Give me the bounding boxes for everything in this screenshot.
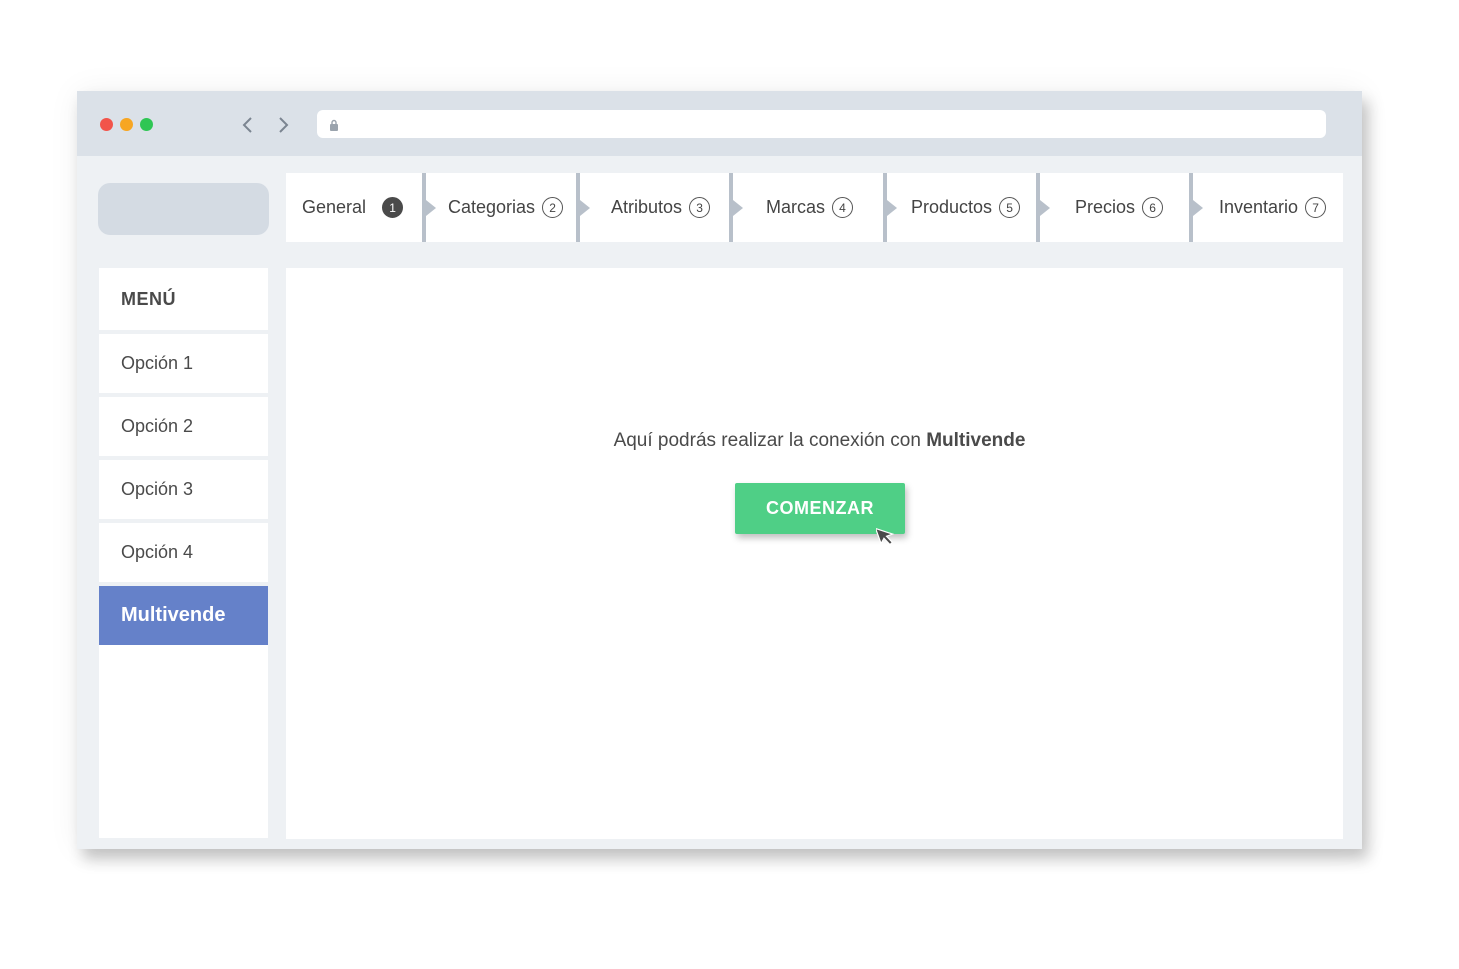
step-general[interactable]: General 1 <box>286 173 436 242</box>
sidebar-item-opcion-2[interactable]: Opción 2 <box>99 397 268 456</box>
browser-window: General 1 Categorias 2 Atributos 3 Marca… <box>77 91 1362 849</box>
step-label: Marcas <box>766 197 826 217</box>
logo-placeholder <box>98 183 269 235</box>
step-arrow-icon <box>580 200 590 216</box>
step-number: 2 <box>542 197 564 218</box>
step-number: 1 <box>382 197 404 218</box>
step-arrow-icon <box>887 200 897 216</box>
step-categorias[interactable]: Categorias 2 <box>426 173 590 242</box>
step-arrow-icon <box>733 200 743 216</box>
step-label: Productos <box>911 197 993 217</box>
close-window-dot[interactable] <box>100 118 113 131</box>
step-label: General <box>302 197 367 217</box>
mouse-pointer-icon <box>874 524 902 550</box>
step-label: Precios <box>1075 197 1136 217</box>
message-brand: Multivende <box>926 430 1026 451</box>
main-content: Aquí podrás realizar la conexión con Mul… <box>286 268 1343 839</box>
step-productos[interactable]: Productos 5 <box>887 173 1050 242</box>
step-number: 4 <box>832 197 854 218</box>
step-atributos[interactable]: Atributos 3 <box>580 173 743 242</box>
lock-icon <box>329 118 339 131</box>
minimize-window-dot[interactable] <box>120 118 133 131</box>
step-number: 3 <box>689 197 711 218</box>
sidebar-item-opcion-4[interactable]: Opción 4 <box>99 523 268 582</box>
step-label: Atributos <box>611 197 683 217</box>
step-number: 7 <box>1305 197 1327 218</box>
maximize-window-dot[interactable] <box>140 118 153 131</box>
step-precios[interactable]: Precios 6 <box>1040 173 1203 242</box>
chevron-right-icon[interactable] <box>273 114 293 136</box>
browser-titlebar <box>77 91 1362 156</box>
steps-bar: General 1 Categorias 2 Atributos 3 Marca… <box>286 173 1343 242</box>
step-arrow-icon <box>426 200 436 216</box>
menu-title: MENÚ <box>99 268 268 330</box>
address-bar[interactable] <box>317 110 1326 138</box>
sidebar-item-opcion-1[interactable]: Opción 1 <box>99 334 268 393</box>
step-arrow-icon <box>1040 200 1050 216</box>
step-label: Categorias <box>448 197 536 217</box>
sidebar-menu: MENÚ Opción 1 Opción 2 Opción 3 Opción 4… <box>99 268 268 838</box>
chevron-left-icon[interactable] <box>238 114 258 136</box>
connection-message: Aquí podrás realizar la conexión con Mul… <box>286 430 1353 452</box>
step-number: 5 <box>999 197 1021 218</box>
step-label: Inventario <box>1219 197 1299 217</box>
message-text: Aquí podrás realizar la conexión con <box>613 430 921 451</box>
step-number: 6 <box>1142 197 1164 218</box>
step-arrow-icon <box>1193 200 1203 216</box>
sidebar-item-multivende[interactable]: Multivende <box>99 586 268 645</box>
step-inventario[interactable]: Inventario 7 <box>1193 173 1343 242</box>
sidebar-item-opcion-3[interactable]: Opción 3 <box>99 460 268 519</box>
step-marcas[interactable]: Marcas 4 <box>733 173 897 242</box>
